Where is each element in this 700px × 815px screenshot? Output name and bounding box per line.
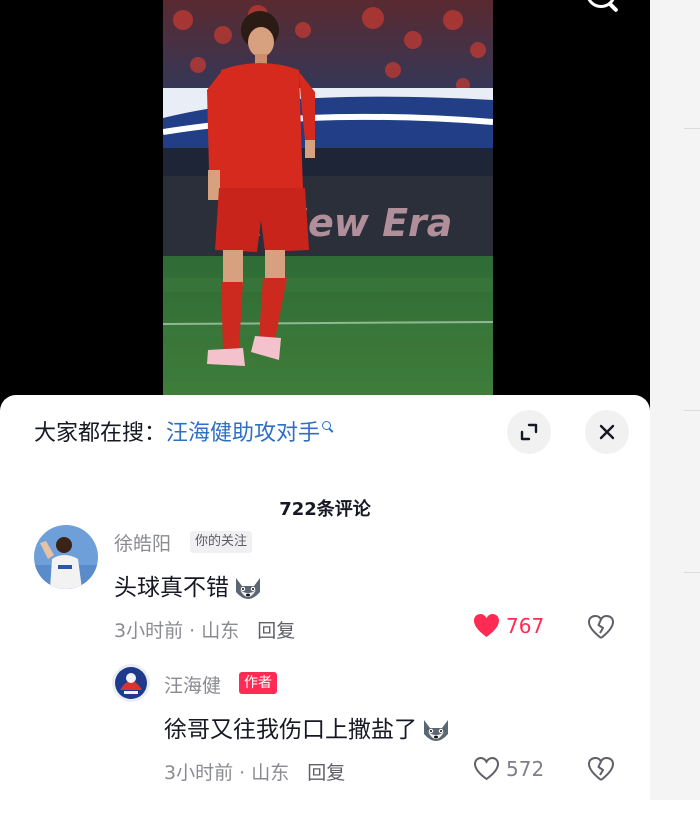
heart-icon	[474, 614, 499, 637]
avatar[interactable]	[34, 525, 98, 589]
side-panel	[650, 0, 700, 800]
comment-text: 徐哥又往我伤口上撒盐了	[164, 710, 452, 746]
reply-button[interactable]: 回复	[257, 620, 295, 642]
like-button[interactable]: 572	[473, 756, 544, 781]
expand-button[interactable]	[507, 410, 551, 454]
husky-emoji-icon	[236, 577, 260, 599]
author-badge: 作者	[239, 672, 277, 694]
comment-username[interactable]: 汪海健	[164, 671, 221, 698]
trending-keyword[interactable]: 汪海健助攻对手	[166, 421, 320, 446]
trending-prefix: 大家都在搜：	[34, 421, 167, 446]
heart-icon	[473, 756, 500, 781]
comment-sheet: 大家都在搜：汪海健助攻对手 722条评论 徐皓阳 你的关注 头球真不错 3小时前…	[0, 395, 650, 815]
comment-count: 722条评论	[279, 499, 371, 520]
broken-heart-icon	[588, 756, 615, 781]
search-icon[interactable]	[586, 0, 616, 8]
comment-time-location: 3小时前 · 山东	[114, 620, 240, 642]
avatar[interactable]	[112, 664, 150, 702]
dislike-button[interactable]	[587, 614, 615, 644]
divider	[684, 410, 700, 411]
comment-time-location: 3小时前 · 山东	[164, 762, 290, 784]
expand-icon	[520, 423, 538, 441]
search-icon	[322, 421, 334, 433]
like-count: 767	[506, 613, 545, 638]
dislike-button[interactable]	[587, 756, 615, 786]
follow-badge: 你的关注	[190, 531, 253, 553]
comment-meta: 3小时前 · 山东 回复	[164, 758, 345, 785]
like-count: 572	[506, 756, 545, 781]
comment-text: 头球真不错	[114, 568, 264, 604]
reply-button[interactable]: 回复	[307, 762, 345, 784]
close-icon	[599, 424, 615, 440]
close-button[interactable]	[585, 410, 629, 454]
trending-search[interactable]: 大家都在搜：汪海健助攻对手	[34, 415, 334, 447]
video-player[interactable]: A New Era	[0, 0, 650, 420]
broken-heart-icon	[588, 614, 615, 639]
comment-username[interactable]: 徐皓阳	[114, 529, 171, 556]
husky-emoji-icon	[424, 719, 448, 741]
divider	[684, 128, 700, 129]
video-frame: A New Era	[163, 0, 493, 395]
divider	[684, 572, 700, 573]
comment-meta: 3小时前 · 山东 回复	[114, 616, 295, 643]
like-button[interactable]: 767	[473, 613, 544, 638]
